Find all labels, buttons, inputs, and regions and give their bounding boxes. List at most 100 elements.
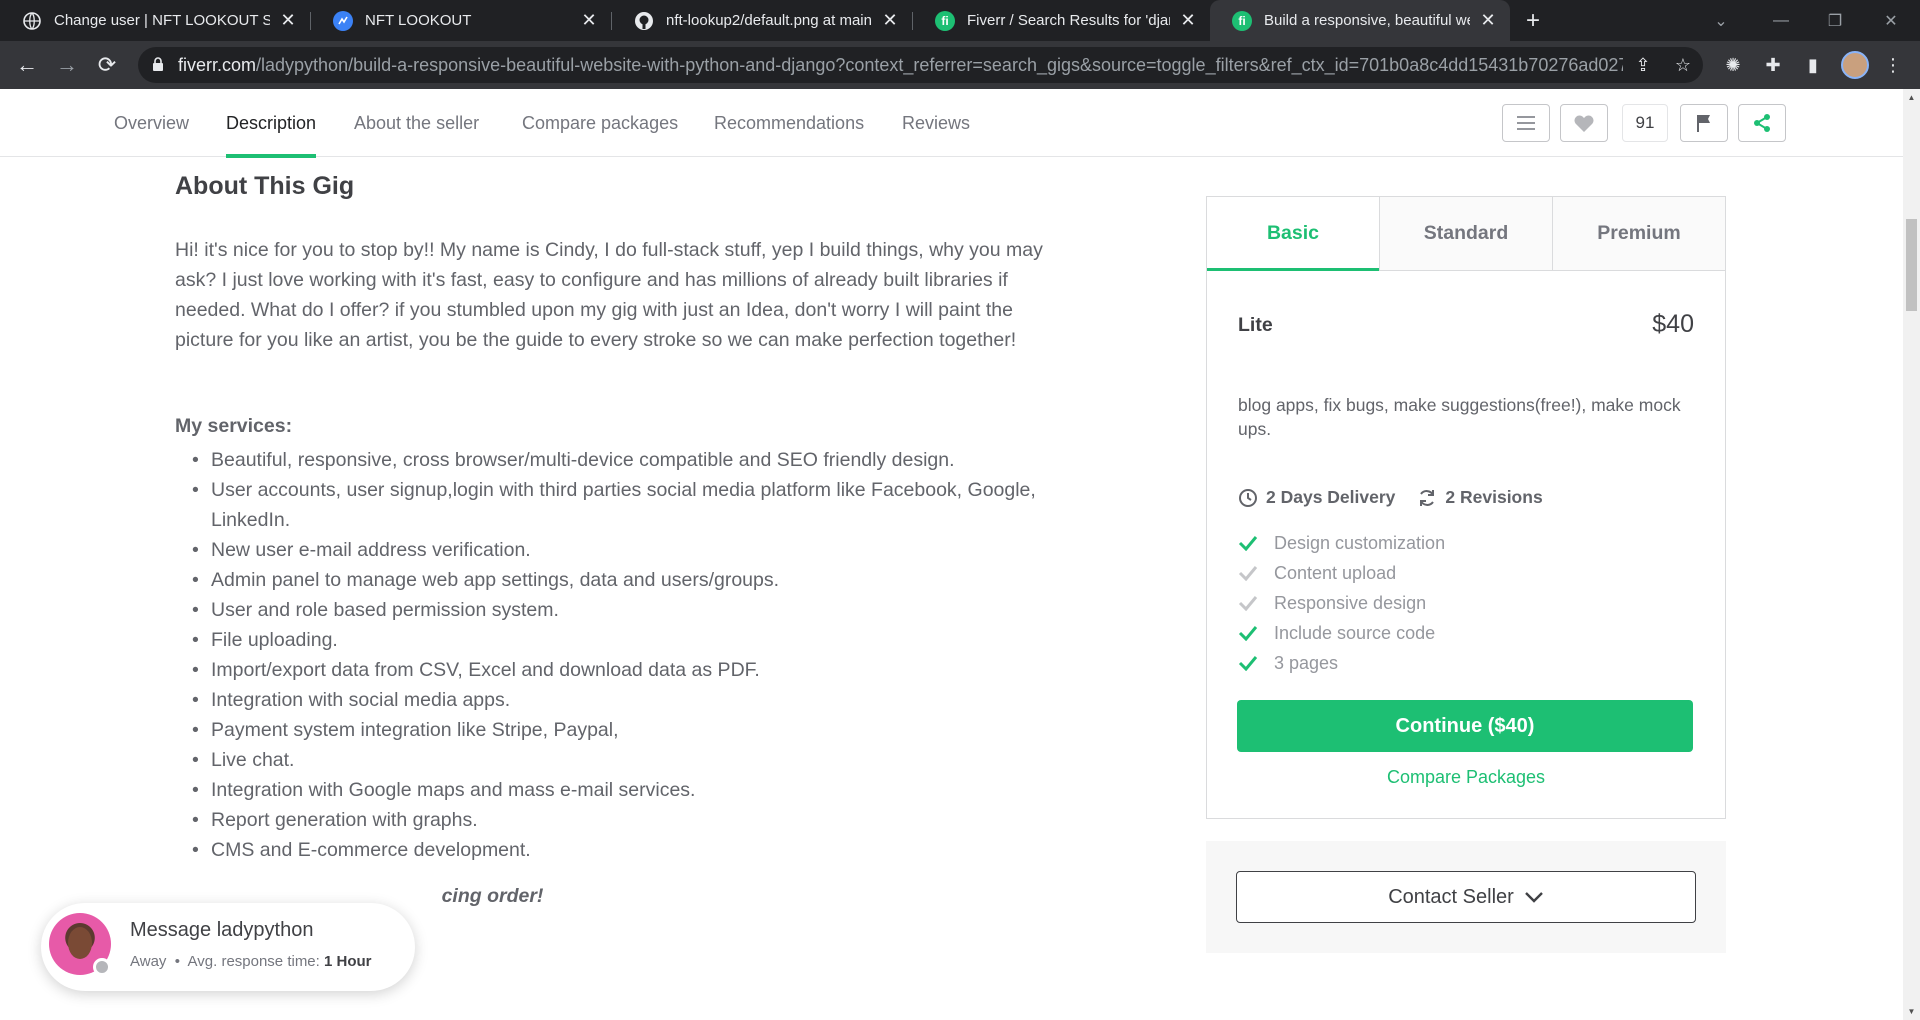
package-price: $40 xyxy=(1652,310,1694,338)
restore-icon[interactable]: ❐ xyxy=(1810,0,1860,41)
check-icon xyxy=(1238,535,1274,551)
list-item: Beautiful, responsive, cross browser/mul… xyxy=(175,445,1075,475)
site-icon xyxy=(333,10,353,31)
browser-tab[interactable]: NFT LOOKOUT ✕ xyxy=(311,0,611,41)
list-item: Integration with social media apps. xyxy=(175,685,1075,715)
address-bar[interactable]: fiverr.com/ladypython/build-a-responsive… xyxy=(138,47,1703,83)
contact-seller-button[interactable]: Contact Seller xyxy=(1236,871,1696,923)
forward-arrow-icon[interactable]: → xyxy=(52,50,82,80)
close-icon[interactable]: ✕ xyxy=(1478,10,1498,31)
compare-packages-link[interactable]: Compare Packages xyxy=(1207,767,1725,788)
package-meta: 2 Days Delivery 2 Revisions xyxy=(1238,487,1565,508)
list-item: New user e-mail address verification. xyxy=(175,535,1075,565)
package-card: Basic Standard Premium Lite $40 blog app… xyxy=(1206,196,1726,819)
revisions-info: 2 Revisions xyxy=(1417,487,1543,508)
window-close-icon[interactable]: ✕ xyxy=(1866,0,1916,41)
close-icon[interactable]: ✕ xyxy=(880,10,900,31)
chevron-down-icon xyxy=(1524,892,1543,903)
browser-tab[interactable]: fi Fiverr / Search Results for 'django ✕ xyxy=(913,0,1210,41)
list-item: Content upload xyxy=(1238,558,1445,588)
gig-description: Hi! it's nice for you to stop by!! My na… xyxy=(175,239,1043,351)
close-icon[interactable]: ✕ xyxy=(579,10,599,31)
about-gig-heading: About This Gig xyxy=(175,172,355,200)
fiverr-icon: fi xyxy=(1232,10,1252,31)
scrollbar-thumb[interactable] xyxy=(1906,219,1917,311)
subnav-recommendations[interactable]: Recommendations xyxy=(714,89,864,157)
back-arrow-icon[interactable]: ← xyxy=(12,50,42,80)
browser-tab-title: Build a responsive, beautiful web xyxy=(1264,12,1470,29)
share-icon xyxy=(1754,114,1770,132)
close-icon[interactable]: ✕ xyxy=(1178,10,1198,31)
chat-subtitle: Away • Avg. response time: 1 Hour xyxy=(130,953,372,970)
package-tabs: Basic Standard Premium xyxy=(1207,197,1725,271)
browser-toolbar: ← → ⟳ fiverr.com/ladypython/build-a-resp… xyxy=(0,41,1920,89)
delivery-text: 2 Days Delivery xyxy=(1266,487,1396,507)
globe-icon xyxy=(22,11,42,31)
tab-standard[interactable]: Standard xyxy=(1379,197,1552,270)
check-icon xyxy=(1238,595,1274,611)
scroll-up-icon[interactable]: ▲ xyxy=(1903,89,1920,106)
browser-tab-bar: Change user | NFT LOOKOUT Site ✕ NFT LOO… xyxy=(0,0,1920,41)
browser-tab[interactable]: nft-lookup2/default.png at main ✕ xyxy=(612,0,912,41)
new-tab-icon[interactable]: + xyxy=(1518,0,1548,41)
scroll-down-icon[interactable]: ▼ xyxy=(1903,1003,1920,1020)
reload-icon[interactable]: ⟳ xyxy=(92,50,122,80)
away-status-dot xyxy=(93,958,111,976)
page-viewport: Overview Description About the seller Co… xyxy=(0,89,1903,1020)
response-label: Avg. response time: xyxy=(187,953,320,970)
heart-icon xyxy=(1574,115,1594,132)
subnav-compare-packages[interactable]: Compare packages xyxy=(522,89,678,157)
extension-icon[interactable]: ✺ xyxy=(1721,53,1745,77)
url-path: /ladypython/build-a-responsive-beautiful… xyxy=(256,54,1623,75)
list-item: Include source code xyxy=(1238,618,1445,648)
save-favorite-button[interactable] xyxy=(1560,104,1608,142)
bookmark-star-icon[interactable]: ☆ xyxy=(1663,55,1703,76)
subnav-description[interactable]: Description xyxy=(226,89,317,158)
puzzle-extensions-icon[interactable]: ✚ xyxy=(1761,53,1785,77)
hamburger-icon xyxy=(1517,116,1535,130)
package-description: blog apps, fix bugs, make suggestions(fr… xyxy=(1238,395,1681,439)
check-icon xyxy=(1238,655,1274,671)
menu-dots-icon[interactable]: ⋮ xyxy=(1881,53,1905,77)
list-item: Responsive design xyxy=(1238,588,1445,618)
message-seller-bubble[interactable]: Message ladypython Away • Avg. response … xyxy=(41,903,415,991)
contact-seller-panel: Contact Seller xyxy=(1206,841,1726,953)
browser-tab-title: Change user | NFT LOOKOUT Site xyxy=(54,12,270,29)
chat-status-text: Away xyxy=(130,953,167,970)
report-gig-button[interactable] xyxy=(1680,104,1728,142)
check-icon xyxy=(1238,625,1274,641)
list-item: Integration with Google maps and mass e-… xyxy=(175,775,1075,805)
share-gig-button[interactable] xyxy=(1738,104,1786,142)
services-heading: My services: xyxy=(175,415,293,437)
list-item: CMS and E-commerce development. xyxy=(175,835,1075,865)
subnav-overview[interactable]: Overview xyxy=(114,89,189,157)
subnav-about-the-seller[interactable]: About the seller xyxy=(354,89,479,157)
favorites-count: 91 xyxy=(1622,104,1668,142)
gig-sub-navigation: Overview Description About the seller Co… xyxy=(0,89,1903,158)
clock-icon xyxy=(1239,488,1257,507)
browser-tab-active[interactable]: fi Build a responsive, beautiful web ✕ xyxy=(1210,0,1510,41)
browser-tab[interactable]: Change user | NFT LOOKOUT Site ✕ xyxy=(0,0,310,41)
share-page-icon[interactable]: ⇪ xyxy=(1623,55,1663,76)
tab-basic[interactable]: Basic xyxy=(1207,197,1379,271)
revisions-text: 2 Revisions xyxy=(1445,487,1543,507)
profile-avatar[interactable] xyxy=(1841,51,1869,79)
menu-lines-button[interactable] xyxy=(1502,104,1550,142)
package-name: Lite xyxy=(1238,314,1273,336)
subnav-reviews[interactable]: Reviews xyxy=(902,89,970,157)
delivery-info: 2 Days Delivery xyxy=(1238,487,1395,508)
list-item: User and role based permission system. xyxy=(175,595,1075,625)
fiverr-icon: fi xyxy=(935,10,955,31)
separator-dot: • xyxy=(170,953,185,970)
response-time: 1 Hour xyxy=(324,953,372,970)
side-panel-icon[interactable]: ▮ xyxy=(1801,53,1825,77)
list-item: File uploading. xyxy=(175,625,1075,655)
minimize-icon[interactable]: — xyxy=(1756,0,1806,41)
close-icon[interactable]: ✕ xyxy=(278,10,298,31)
tab-premium[interactable]: Premium xyxy=(1552,197,1725,270)
page-scrollbar[interactable]: ▲ ▼ xyxy=(1903,89,1920,1020)
list-item: User accounts, user signup,login with th… xyxy=(175,475,1075,535)
tab-search-icon[interactable]: ⌄ xyxy=(1696,0,1746,41)
continue-button[interactable]: Continue ($40) xyxy=(1237,700,1693,752)
url-host: fiverr.com xyxy=(178,54,257,75)
